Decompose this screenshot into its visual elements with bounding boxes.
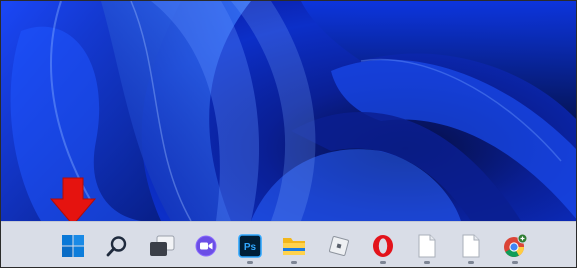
task-view-button[interactable]	[144, 228, 180, 264]
photoshop-label: Ps	[244, 242, 257, 253]
document-1-button[interactable]	[409, 228, 445, 264]
document-icon	[462, 234, 480, 258]
file-explorer-button[interactable]	[276, 228, 312, 264]
chat-icon	[195, 235, 217, 257]
red-down-arrow-icon	[49, 177, 97, 226]
search-icon	[106, 236, 127, 257]
folder-icon	[283, 238, 305, 255]
chrome-icon	[504, 233, 528, 257]
start-button[interactable]	[55, 228, 91, 264]
running-indicator	[380, 261, 386, 264]
document-2-button[interactable]	[453, 228, 489, 264]
photoshop-button[interactable]: Ps	[232, 228, 268, 264]
chrome-button[interactable]	[497, 228, 533, 264]
running-indicator	[247, 261, 253, 264]
task-view-icon	[150, 235, 175, 256]
roblox-button[interactable]	[321, 228, 357, 264]
photoshop-icon: Ps	[238, 234, 262, 258]
running-indicator	[424, 261, 430, 264]
running-indicator	[291, 261, 297, 264]
desktop-screen: Ps	[0, 0, 577, 268]
opera-icon	[373, 235, 393, 257]
running-indicator	[468, 261, 474, 264]
taskbar: Ps	[1, 221, 576, 267]
running-indicator	[512, 261, 518, 264]
document-icon	[418, 234, 436, 258]
opera-button[interactable]	[365, 228, 401, 264]
search-button[interactable]	[99, 228, 135, 264]
windows-logo-icon	[62, 235, 84, 257]
chat-button[interactable]	[188, 228, 224, 264]
roblox-icon	[329, 236, 349, 256]
